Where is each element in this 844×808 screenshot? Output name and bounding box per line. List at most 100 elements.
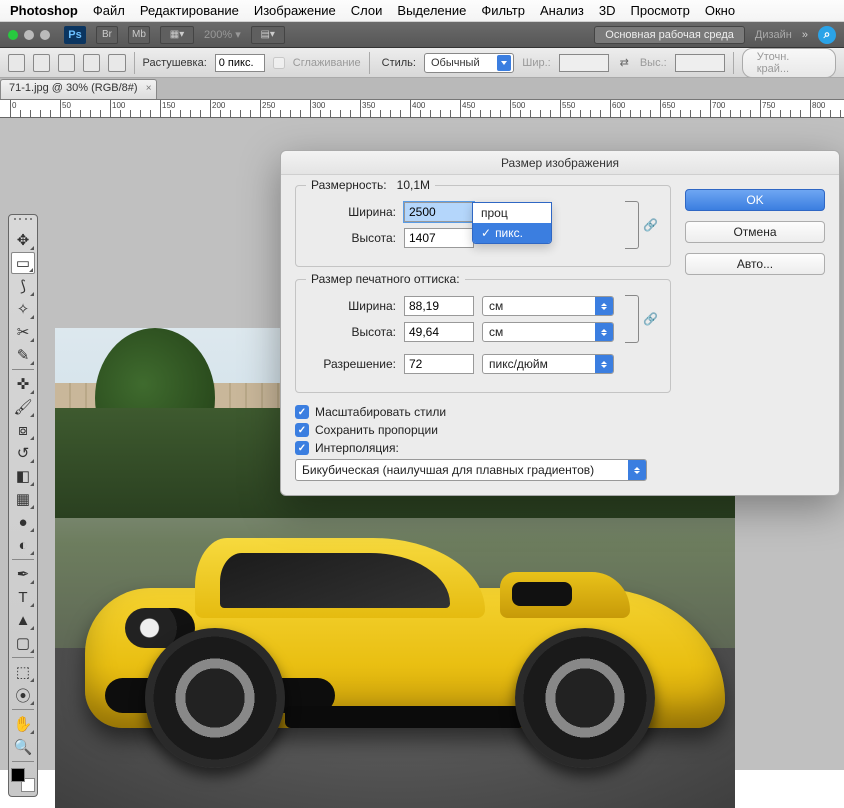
close-tab-icon[interactable]: ×	[146, 83, 152, 94]
antialias-label: Сглаживание	[293, 57, 361, 69]
pen-tool[interactable]: ✒	[11, 563, 35, 585]
eyedropper-tool[interactable]: ✎	[11, 344, 35, 366]
foreground-color-swatch[interactable]	[11, 768, 25, 782]
interpolation-select[interactable]: Бикубическая (наилучшая для плавных град…	[295, 459, 647, 481]
menu-edit[interactable]: Редактирование	[140, 3, 239, 18]
workspace-overflow-icon[interactable]: »	[802, 29, 808, 41]
unit-option-percent[interactable]: проц	[473, 203, 551, 223]
marquee-intersect-icon[interactable]	[108, 54, 125, 72]
marquee-add-icon[interactable]	[58, 54, 75, 72]
hand-tool[interactable]: ✋	[11, 713, 35, 735]
brush-tool[interactable]: 🖌	[11, 396, 35, 418]
workspace-design[interactable]: Дизайн	[755, 29, 792, 41]
doc-width-input[interactable]	[404, 296, 474, 316]
ps-logo: Ps	[64, 26, 86, 44]
dodge-tool[interactable]: ◐	[11, 534, 35, 556]
menu-view[interactable]: Просмотр	[631, 3, 690, 18]
window-traffic-lights[interactable]	[8, 30, 50, 40]
marquee-rect-icon[interactable]	[33, 54, 50, 72]
marquee-subtract-icon[interactable]	[83, 54, 100, 72]
doc-height-input[interactable]	[404, 322, 474, 342]
workspace-switcher[interactable]: Основная рабочая среда	[594, 26, 745, 44]
unit-dropdown-popup[interactable]: проц ✓пикс.	[472, 202, 552, 244]
pixel-width-input[interactable]	[404, 202, 474, 222]
blur-tool[interactable]: ●	[11, 511, 35, 533]
ok-button[interactable]: OK	[685, 189, 825, 211]
bridge-button[interactable]: Br	[96, 26, 118, 44]
clone-stamp-tool[interactable]: ⧇	[11, 419, 35, 441]
constrain-proportions-label: Сохранить пропорции	[315, 423, 438, 437]
doc-width-unit-select[interactable]: см	[482, 296, 614, 316]
screen-mode-button[interactable]: ▦▾	[160, 26, 194, 44]
minibridge-button[interactable]: Mb	[128, 26, 150, 44]
height-label: Выс.:	[640, 57, 667, 69]
doc-height-label: Высота:	[308, 325, 396, 339]
link-bracket-icon	[625, 295, 639, 343]
auto-button[interactable]: Авто...	[685, 253, 825, 275]
unit-option-pixels[interactable]: ✓пикс.	[473, 223, 551, 243]
feather-input[interactable]	[215, 54, 265, 72]
3d-tool[interactable]: ⬚	[11, 661, 35, 683]
image-size-dialog: Размер изображения Размерность: 10,1M Ши…	[280, 150, 840, 496]
path-selection-tool[interactable]: ▲	[11, 609, 35, 631]
document-tab-bar: 71-1.jpg @ 30% (RGB/8#) ×	[0, 78, 844, 100]
options-bar: Растушевка: Сглаживание Стиль: Обычный Ш…	[0, 48, 844, 78]
refine-edge-button: Уточн. край...	[742, 48, 836, 78]
tools-panel: ✥ ▭ ⟆ ✧ ✂ ✎ ✜ 🖌 ⧇ ↺ ◧ ▦ ● ◐ ✒ T ▲ ▢ ⬚ ⦿ …	[8, 214, 38, 797]
menu-window[interactable]: Окно	[705, 3, 735, 18]
pixel-height-input[interactable]	[404, 228, 474, 248]
constrain-proportions-checkbox[interactable]	[295, 423, 309, 437]
doc-height-unit-select[interactable]: см	[482, 322, 614, 342]
feather-label: Растушевка:	[142, 57, 206, 69]
gradient-tool[interactable]: ▦	[11, 488, 35, 510]
pixel-dimensions-group: Размерность: 10,1M Ширина: проц	[295, 185, 671, 267]
document-title: 71-1.jpg @ 30% (RGB/8#)	[9, 82, 138, 94]
move-tool[interactable]: ✥	[11, 229, 35, 251]
constrain-link-icon[interactable]: 🔗	[643, 218, 658, 232]
app-bar: Ps Br Mb ▦▾ 200% ▾ ▤▾ Основная рабочая с…	[0, 22, 844, 48]
resolution-unit-select[interactable]: пикс/дюйм	[482, 354, 614, 374]
search-icon[interactable]: ⌕	[818, 26, 836, 44]
menu-image[interactable]: Изображение	[254, 3, 336, 18]
dialog-title: Размер изображения	[281, 151, 839, 175]
zoom-tool[interactable]: 🔍	[11, 736, 35, 758]
antialias-checkbox	[273, 57, 285, 69]
scale-styles-checkbox[interactable]	[295, 405, 309, 419]
menu-file[interactable]: Файл	[93, 3, 125, 18]
style-select[interactable]: Обычный	[424, 53, 514, 73]
resolution-label: Разрешение:	[308, 357, 396, 371]
menu-select[interactable]: Выделение	[397, 3, 466, 18]
3d-camera-tool[interactable]: ⦿	[11, 684, 35, 706]
dimensions-filesize: 10,1M	[397, 178, 430, 192]
constrain-link-icon[interactable]: 🔗	[643, 312, 658, 326]
dimensions-legend: Размерность:	[311, 178, 387, 192]
color-swatches[interactable]	[11, 768, 35, 792]
zoom-level-dropdown[interactable]: 200% ▾	[204, 28, 241, 41]
resolution-input[interactable]	[404, 354, 474, 374]
document-size-group: Размер печатного оттиска: Ширина: см Выс…	[295, 279, 671, 393]
menu-filter[interactable]: Фильтр	[481, 3, 525, 18]
width-input	[559, 54, 609, 72]
horizontal-ruler: 0501001502002503003504004505005506006507…	[0, 100, 844, 118]
tool-preset-icon[interactable]	[8, 54, 25, 72]
type-tool[interactable]: T	[11, 586, 35, 608]
scale-styles-label: Масштабировать стили	[315, 405, 446, 419]
marquee-tool[interactable]: ▭	[11, 252, 35, 274]
cancel-button[interactable]: Отмена	[685, 221, 825, 243]
menu-analysis[interactable]: Анализ	[540, 3, 584, 18]
history-brush-tool[interactable]: ↺	[11, 442, 35, 464]
resample-checkbox[interactable]	[295, 441, 309, 455]
app-name: Photoshop	[10, 3, 78, 18]
arrange-documents-button[interactable]: ▤▾	[251, 26, 285, 44]
magic-wand-tool[interactable]: ✧	[11, 298, 35, 320]
healing-brush-tool[interactable]: ✜	[11, 373, 35, 395]
menu-layers[interactable]: Слои	[351, 3, 383, 18]
shape-tool[interactable]: ▢	[11, 632, 35, 654]
menu-3d[interactable]: 3D	[599, 3, 616, 18]
crop-tool[interactable]: ✂	[11, 321, 35, 343]
eraser-tool[interactable]: ◧	[11, 465, 35, 487]
doc-width-label: Ширина:	[308, 299, 396, 313]
document-tab[interactable]: 71-1.jpg @ 30% (RGB/8#) ×	[0, 79, 157, 99]
system-menubar: Photoshop Файл Редактирование Изображени…	[0, 0, 844, 22]
lasso-tool[interactable]: ⟆	[11, 275, 35, 297]
